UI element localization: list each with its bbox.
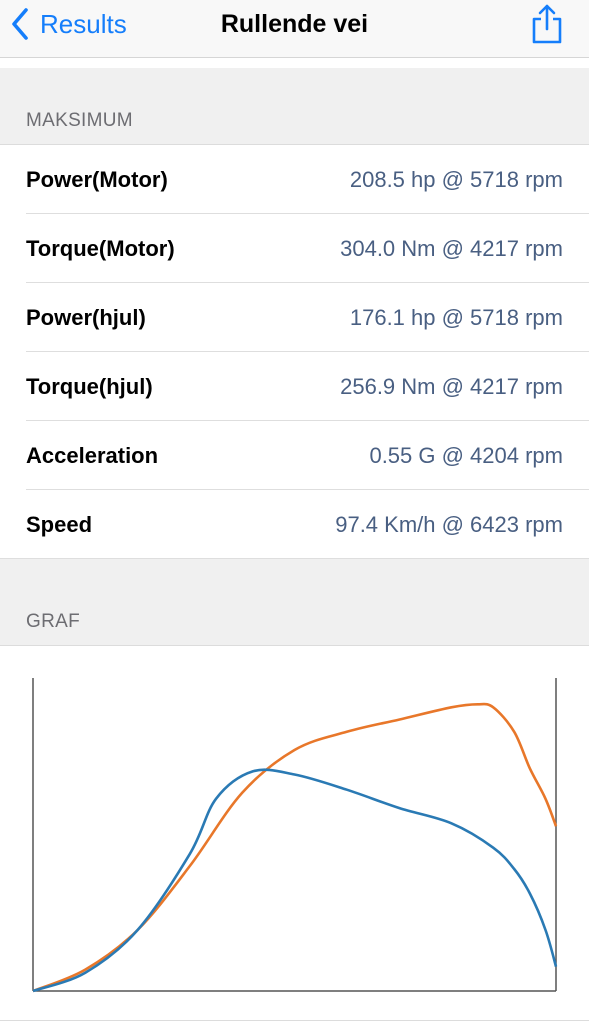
row-value: 304.0 Nm @ 4217 rpm [340,235,563,261]
section-header-graph-label: GRAF [26,611,80,632]
series-line-2 [32,768,558,993]
share-icon [532,4,562,44]
row-value: 0.55 G @ 4204 rpm [369,442,563,468]
maximum-list: Power(Motor) 208.5 hp @ 5718 rpm Torque(… [0,145,589,559]
row-label: Power(Motor) [26,166,168,192]
graph-panel [0,646,589,1024]
section-header-graph: GRAF [0,559,589,646]
divider [0,1020,589,1021]
rpm-chart [32,678,558,993]
share-button[interactable] [529,2,565,46]
list-item-power-wheel[interactable]: Power(hjul) 176.1 hp @ 5718 rpm [0,283,589,352]
navigation-bar: Results Rullende vei [0,0,589,58]
row-value: 176.1 hp @ 5718 rpm [349,304,563,330]
row-label: Power(hjul) [26,304,146,330]
back-button-label: Results [40,8,127,39]
spacer [0,59,589,68]
list-item-speed[interactable]: Speed 97.4 Km/h @ 6423 rpm [0,490,589,559]
list-item-power-motor[interactable]: Power(Motor) 208.5 hp @ 5718 rpm [0,145,589,214]
row-value: 208.5 hp @ 5718 rpm [349,166,563,192]
section-header-maximum-label: MAKSIMUM [26,110,133,131]
list-item-acceleration[interactable]: Acceleration 0.55 G @ 4204 rpm [0,421,589,490]
row-label: Acceleration [26,442,159,468]
row-label: Torque(Motor) [26,235,175,261]
row-label: Speed [26,511,93,537]
list-item-torque-wheel[interactable]: Torque(hjul) 256.9 Nm @ 4217 rpm [0,352,589,421]
row-value: 97.4 Km/h @ 6423 rpm [335,511,563,537]
back-button[interactable]: Results [10,6,127,42]
row-value: 256.9 Nm @ 4217 rpm [340,373,563,399]
row-label: Torque(hjul) [26,373,153,399]
series-line-1 [32,702,558,993]
series-layer [32,702,558,993]
list-item-torque-motor[interactable]: Torque(Motor) 304.0 Nm @ 4217 rpm [0,214,589,283]
section-header-maximum: MAKSIMUM [0,68,589,145]
chevron-left-icon [12,8,28,40]
